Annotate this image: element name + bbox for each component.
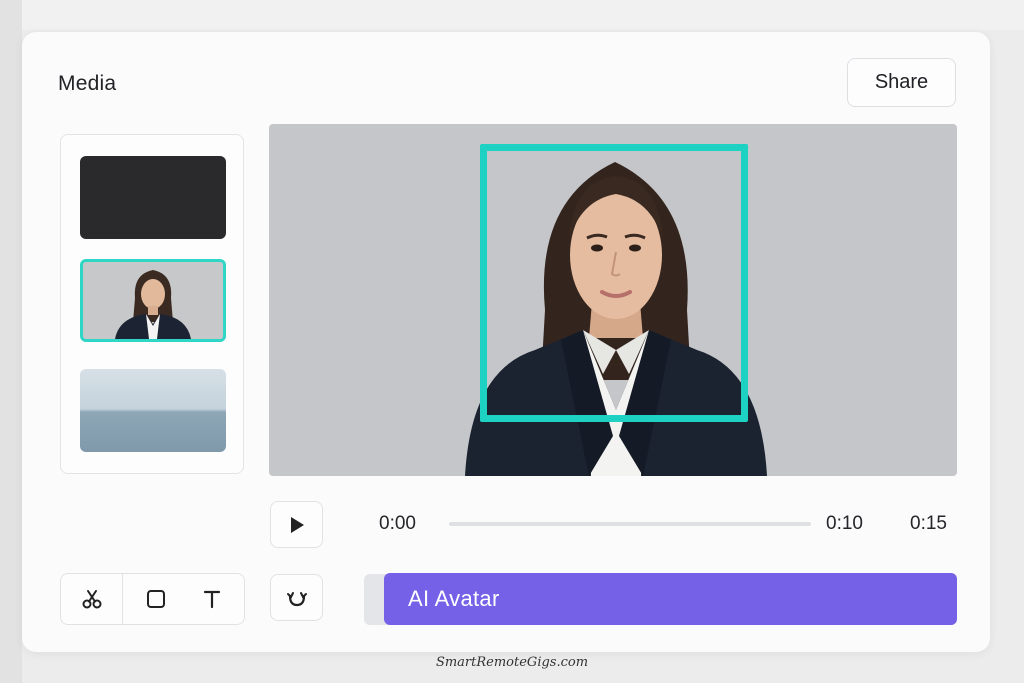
scissors-icon <box>82 590 101 609</box>
rotate-icon <box>286 591 307 606</box>
cut-tool-button[interactable] <box>61 574 123 624</box>
media-thumb-ocean[interactable] <box>80 369 226 452</box>
play-button[interactable] <box>270 501 323 548</box>
share-button[interactable]: Share <box>847 58 956 107</box>
backdrop-left <box>0 0 22 683</box>
play-icon <box>290 516 304 533</box>
shape-tool-button[interactable] <box>125 574 187 624</box>
time-marker-mid: 0:10 <box>826 513 863 534</box>
square-icon <box>147 590 165 608</box>
editor-screen: Media Share 0:00 0:10 0:15 AI Avatar Sma… <box>0 0 1024 683</box>
media-library <box>60 134 244 474</box>
watermark-text: SmartRemoteGigs.com <box>435 655 589 670</box>
current-time: 0:00 <box>379 513 416 534</box>
avatar-thumbnail-image <box>83 262 223 339</box>
backdrop-top <box>0 0 1024 30</box>
video-preview[interactable] <box>269 124 957 476</box>
text-tool-button[interactable] <box>181 574 243 624</box>
timeline-scrubber[interactable] <box>449 522 811 526</box>
media-thumb-dark[interactable] <box>80 156 226 239</box>
time-marker-end: 0:15 <box>910 513 947 534</box>
media-thumb-avatar[interactable] <box>80 259 226 342</box>
undo-button[interactable] <box>270 574 323 621</box>
page-title: Media <box>58 72 117 95</box>
face-detection-box[interactable] <box>480 144 748 422</box>
text-icon <box>203 590 221 609</box>
edit-tools <box>60 573 245 625</box>
timeline-clip-ai-avatar[interactable]: AI Avatar <box>384 573 957 625</box>
